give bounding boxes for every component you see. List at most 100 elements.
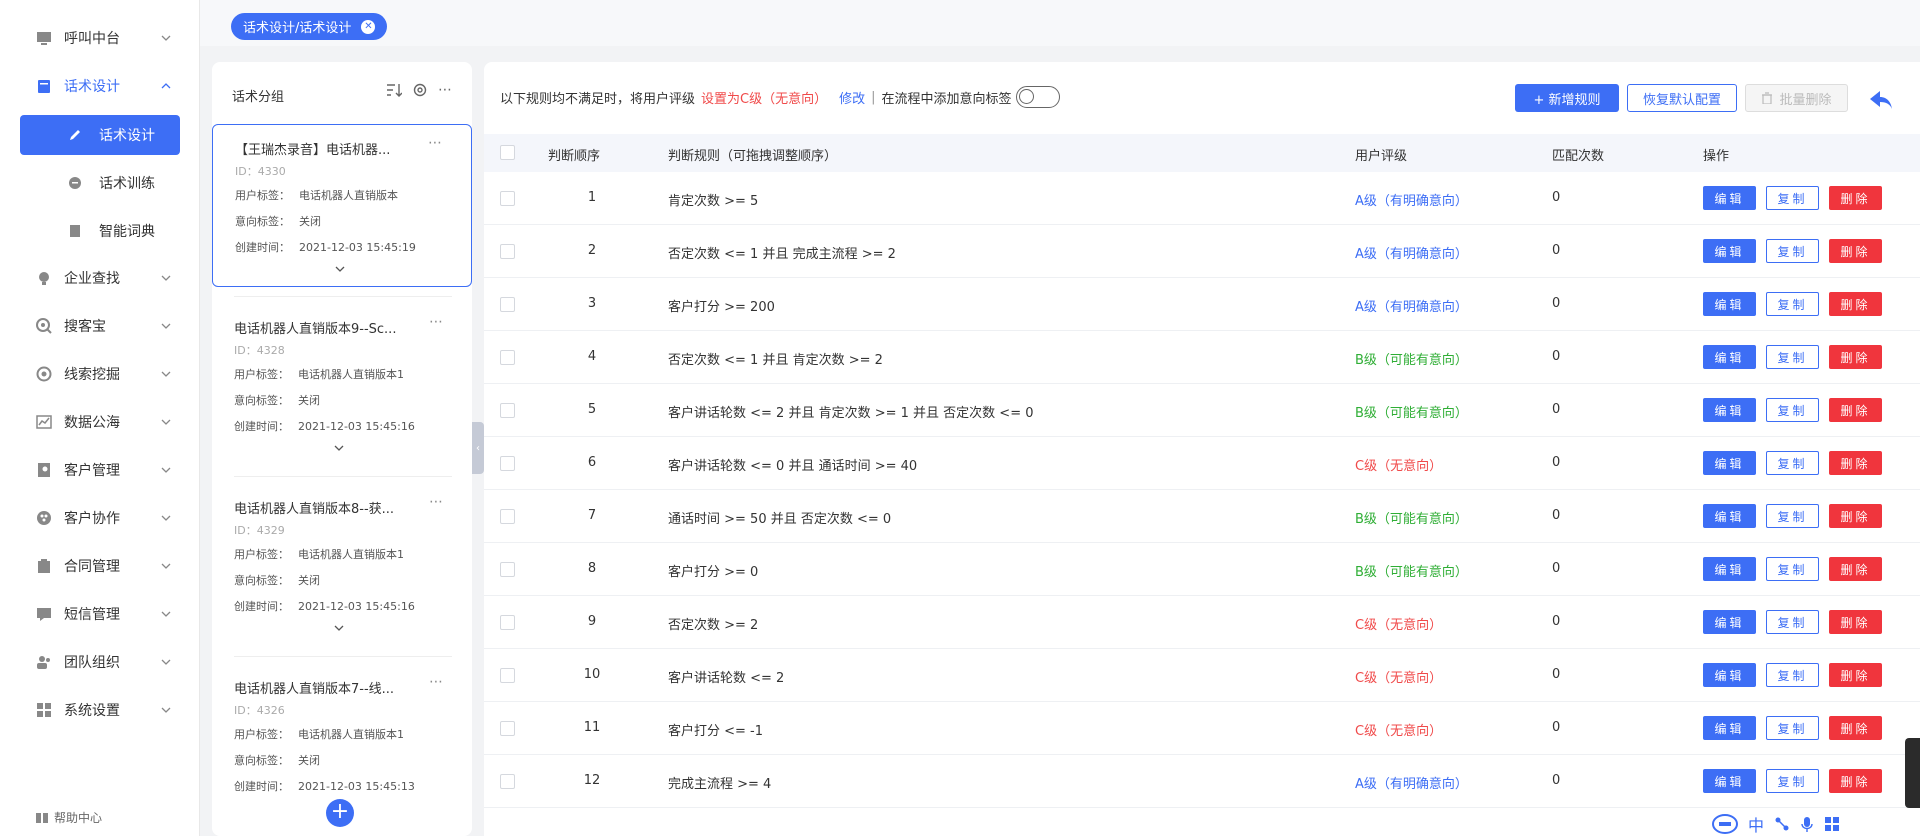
row-checkbox[interactable]	[500, 456, 515, 471]
table-row[interactable]: 2 否定次数 <= 1 并且 完成主流程 >= 2 A级（有明确意向） 0 编辑 复制 删除	[484, 225, 1920, 278]
script-group-card[interactable]: 电话机器人直销版本7--线... ⋯ ID：4326 用户标签： 电话机器人直销版…	[212, 664, 472, 804]
edit-button[interactable]: 编辑	[1703, 663, 1756, 687]
intent-tag-toggle[interactable]	[1015, 86, 1060, 108]
row-checkbox[interactable]	[500, 403, 515, 418]
close-icon[interactable]: ✕	[361, 19, 376, 34]
chevron-down-icon[interactable]	[334, 443, 344, 453]
copy-button[interactable]: 复制	[1766, 398, 1819, 422]
edit-button[interactable]: 编辑	[1703, 345, 1756, 369]
copy-button[interactable]: 复制	[1766, 186, 1819, 210]
card-more-icon[interactable]: ⋯	[429, 314, 444, 330]
table-row[interactable]: 6 客户讲话轮数 <= 0 并且 通话时间 >= 40 C级（无意向） 0 编辑 复制 删除	[484, 437, 1920, 490]
sidebar-item-company-search[interactable]: 企业查找	[0, 260, 200, 296]
card-more-icon[interactable]: ⋯	[429, 494, 444, 510]
side-widget-strip[interactable]	[1905, 738, 1920, 808]
select-all-checkbox[interactable]	[500, 145, 515, 160]
help-center-link[interactable]: 帮助中心	[36, 809, 102, 826]
delete-button[interactable]: 删除	[1829, 716, 1882, 740]
apps-grid-icon[interactable]	[1824, 816, 1840, 832]
tab-script-design[interactable]: 话术设计/话术设计 ✕	[231, 13, 388, 40]
copy-button[interactable]: 复制	[1766, 610, 1819, 634]
sidebar-item-script-design[interactable]: 话术设计	[0, 68, 200, 104]
sidebar-subitem-script-design[interactable]: 话术设计	[20, 115, 180, 155]
delete-button[interactable]: 删除	[1829, 398, 1882, 422]
row-checkbox[interactable]	[500, 509, 515, 524]
table-row[interactable]: 4 否定次数 <= 1 并且 肯定次数 >= 2 B级（可能有意向） 0 编辑 复制 删除	[484, 331, 1920, 384]
restore-default-button[interactable]: 恢复默认配置	[1627, 84, 1737, 112]
edit-button[interactable]: 编辑	[1703, 239, 1756, 263]
collapse-panel-handle[interactable]: ‹	[472, 422, 484, 474]
chevron-down-icon[interactable]	[335, 264, 345, 274]
copy-button[interactable]: 复制	[1766, 663, 1819, 687]
row-checkbox[interactable]	[500, 562, 515, 577]
sidebar-item-system-settings[interactable]: 系统设置	[0, 692, 200, 728]
sidebar-item-sms-management[interactable]: 短信管理	[0, 596, 200, 632]
sidebar-subitem-smart-dictionary[interactable]: 智能词典	[20, 211, 180, 251]
sidebar-item-data-pool[interactable]: 数据公海	[0, 404, 200, 440]
card-more-icon[interactable]: ⋯	[429, 674, 444, 690]
back-button[interactable]	[1863, 82, 1899, 118]
copy-button[interactable]: 复制	[1766, 239, 1819, 263]
chevron-down-icon[interactable]	[334, 623, 344, 633]
delete-button[interactable]: 删除	[1829, 663, 1882, 687]
row-checkbox[interactable]	[500, 721, 515, 736]
sidebar-item-lead-mining[interactable]: 线索挖掘	[0, 356, 200, 392]
sidebar-item-contract-management[interactable]: 合同管理	[0, 548, 200, 584]
edit-button[interactable]: 编辑	[1703, 398, 1756, 422]
edit-button[interactable]: 编辑	[1703, 292, 1756, 316]
edit-button[interactable]: 编辑	[1703, 716, 1756, 740]
edit-button[interactable]: 编辑	[1703, 451, 1756, 475]
microphone-icon[interactable]	[1800, 816, 1814, 832]
table-row[interactable]: 9 否定次数 >= 2 C级（无意向） 0 编辑 复制 删除	[484, 596, 1920, 649]
batch-delete-button[interactable]: 批量删除	[1745, 84, 1848, 112]
delete-button[interactable]: 删除	[1829, 451, 1882, 475]
table-row[interactable]: 5 客户讲话轮数 <= 2 并且 肯定次数 >= 1 并且 否定次数 <= 0 B级…	[484, 384, 1920, 437]
gear-icon[interactable]	[412, 82, 428, 98]
table-row[interactable]: 12 完成主流程 >= 4 A级（有明确意向） 0 编辑 复制 删除	[484, 755, 1920, 808]
edit-button[interactable]: 编辑	[1703, 769, 1756, 793]
edit-button[interactable]: 编辑	[1703, 186, 1756, 210]
table-row[interactable]: 1 肯定次数 >= 5 A级（有明确意向） 0 编辑 复制 删除	[484, 172, 1920, 225]
row-checkbox[interactable]	[500, 774, 515, 789]
sidebar-item-customer-management[interactable]: 客户管理	[0, 452, 200, 488]
sidebar-item-call-center[interactable]: 呼叫中台	[0, 20, 200, 56]
copy-button[interactable]: 复制	[1766, 451, 1819, 475]
delete-button[interactable]: 删除	[1829, 557, 1882, 581]
add-group-button[interactable]: +	[326, 799, 354, 827]
iflytek-logo-icon[interactable]	[1712, 813, 1738, 835]
sort-icon[interactable]	[386, 83, 402, 97]
delete-button[interactable]: 删除	[1829, 186, 1882, 210]
row-checkbox[interactable]	[500, 615, 515, 630]
script-group-card[interactable]: 电话机器人直销版本8--获... ⋯ ID：4329 用户标签： 电话机器人直销版…	[212, 484, 472, 652]
delete-button[interactable]: 删除	[1829, 292, 1882, 316]
row-checkbox[interactable]	[500, 244, 515, 259]
delete-button[interactable]: 删除	[1829, 239, 1882, 263]
copy-button[interactable]: 复制	[1766, 557, 1819, 581]
ime-chinese-toggle[interactable]: 中	[1748, 812, 1764, 836]
row-checkbox[interactable]	[500, 668, 515, 683]
table-row[interactable]: 7 通话时间 >= 50 并且 否定次数 <= 0 B级（可能有意向） 0 编辑 复制 删除	[484, 490, 1920, 543]
add-rule-button[interactable]: + 新增规则	[1515, 84, 1619, 112]
table-row[interactable]: 8 客户打分 >= 0 B级（可能有意向） 0 编辑 复制 删除	[484, 543, 1920, 596]
script-group-card[interactable]: 【王瑞杰录音】电话机器... ⋯ ID：4330 用户标签： 电话机器人直销版本 …	[212, 124, 472, 287]
sidebar-item-sokebao[interactable]: 搜客宝	[0, 308, 200, 344]
more-icon[interactable]: ⋯	[438, 82, 452, 98]
row-checkbox[interactable]	[500, 297, 515, 312]
row-checkbox[interactable]	[500, 350, 515, 365]
delete-button[interactable]: 删除	[1829, 504, 1882, 528]
row-checkbox[interactable]	[500, 191, 515, 206]
copy-button[interactable]: 复制	[1766, 345, 1819, 369]
copy-button[interactable]: 复制	[1766, 504, 1819, 528]
table-row[interactable]: 3 客户打分 >= 200 A级（有明确意向） 0 编辑 复制 删除	[484, 278, 1920, 331]
edit-button[interactable]: 编辑	[1703, 557, 1756, 581]
delete-button[interactable]: 删除	[1829, 610, 1882, 634]
delete-button[interactable]: 删除	[1829, 769, 1882, 793]
copy-button[interactable]: 复制	[1766, 769, 1819, 793]
card-more-icon[interactable]: ⋯	[428, 135, 443, 151]
sidebar-item-customer-collaboration[interactable]: 客户协作	[0, 500, 200, 536]
copy-button[interactable]: 复制	[1766, 292, 1819, 316]
modify-link[interactable]: 修改	[839, 88, 865, 107]
sidebar-item-team-organization[interactable]: 团队组织	[0, 644, 200, 680]
sidebar-subitem-script-training[interactable]: 话术训练	[20, 163, 180, 203]
edit-button[interactable]: 编辑	[1703, 504, 1756, 528]
